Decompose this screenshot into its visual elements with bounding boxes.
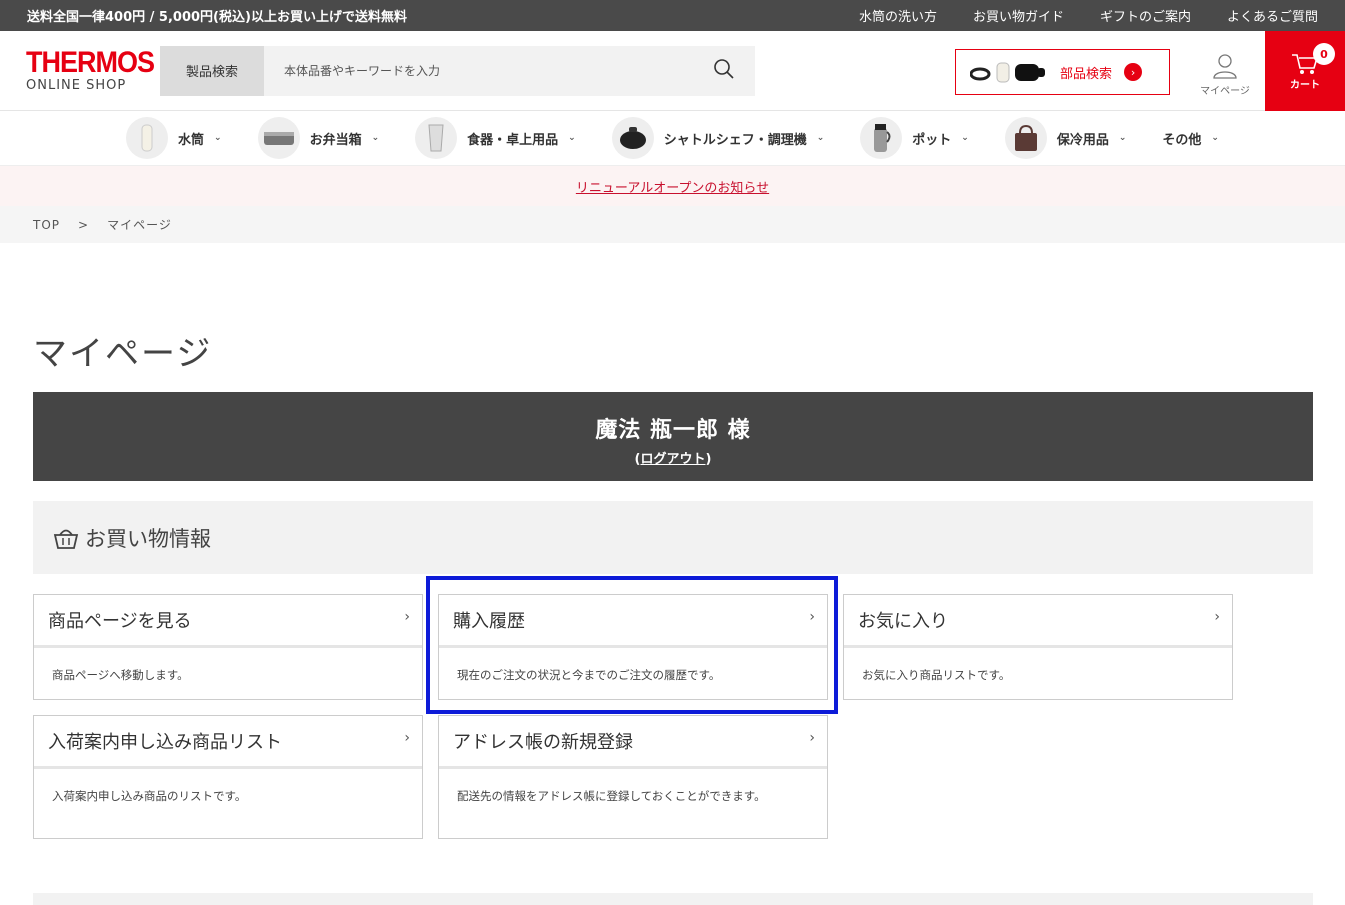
- category-cooler[interactable]: 保冷用品 ⌄: [1004, 117, 1127, 159]
- section-title: お買い物情報: [85, 526, 211, 551]
- card-favorites[interactable]: お気に入り › お気に入り商品リストです。: [843, 594, 1233, 700]
- logout-wrap: (ログアウト): [634, 452, 712, 467]
- basket-icon: [53, 529, 79, 549]
- next-section-band: [33, 893, 1313, 905]
- breadcrumb-top[interactable]: TOP: [33, 218, 60, 232]
- card-description: お気に入り商品リストです。: [862, 668, 1011, 682]
- top-bar: 送料全国一律400円 / 5,000円(税込)以上お買い上げで送料無料 水筒の洗…: [0, 0, 1345, 31]
- category-label: その他: [1162, 132, 1202, 148]
- cart-label: カート: [1290, 79, 1320, 91]
- mypage-label: マイページ: [1200, 86, 1250, 97]
- user-icon: [1213, 54, 1237, 79]
- product-search: 製品検索: [160, 45, 755, 96]
- chevron-right-icon: ›: [1124, 63, 1143, 81]
- cart-button[interactable]: 0 カート: [1265, 31, 1345, 111]
- site-logo[interactable]: THERMOS ONLINE SHOP: [0, 45, 160, 93]
- link-shopping-guide[interactable]: お買い物ガイド: [973, 6, 1064, 25]
- card-header: 入荷案内申し込み商品リスト ›: [34, 716, 422, 769]
- category-label: 水筒: [178, 132, 205, 148]
- card-title: 購入履歴: [453, 611, 525, 632]
- pot-icon: [611, 117, 654, 159]
- chevron-down-icon: ⌄: [214, 133, 222, 143]
- link-gift-guide[interactable]: ギフトのご案内: [1100, 6, 1191, 25]
- card-restock-list[interactable]: 入荷案内申し込み商品リスト › 入荷案内申し込み商品のリストです。: [33, 715, 423, 839]
- card-title: 商品ページを見る: [48, 611, 192, 632]
- lunchbox-icon: [257, 117, 300, 159]
- search-field-wrap: [264, 46, 755, 96]
- category-label: お弁当箱: [309, 132, 362, 148]
- search-label: 製品検索: [160, 45, 264, 96]
- card-header: 購入履歴 ›: [439, 595, 827, 648]
- parts-search-button[interactable]: 部品検索 ›: [955, 49, 1170, 95]
- link-bottle-washing[interactable]: 水筒の洗い方: [859, 6, 937, 25]
- category-bottle[interactable]: 水筒 ⌄: [126, 117, 222, 159]
- card-description: 商品ページへ移動します。: [52, 668, 189, 682]
- page-title: マイページ: [33, 334, 213, 374]
- logo-brand: THERMOS: [26, 45, 155, 79]
- parts-search-label: 部品検索: [1060, 66, 1113, 82]
- category-nav: 水筒 ⌄ お弁当箱 ⌄ 食器・卓上用品 ⌄ シャトルシェフ・調理機 ⌄ ポット ⌄ 保冷用…: [0, 111, 1345, 166]
- tumbler-icon: [415, 117, 458, 159]
- card-title: アドレス帳の新規登録: [453, 732, 633, 753]
- card-description: 入荷案内申し込み商品のリストです。: [52, 789, 247, 803]
- search-icon[interactable]: [713, 58, 735, 84]
- chevron-down-icon: ⌄: [1118, 133, 1127, 143]
- card-title: お気に入り: [858, 611, 948, 632]
- renewal-notice-link[interactable]: リニューアルオープンのお知らせ: [576, 177, 769, 196]
- card-address-book[interactable]: アドレス帳の新規登録 › 配送先の情報をアドレス帳に登録しておくことができます。: [438, 715, 828, 839]
- card-purchase-history[interactable]: 購入履歴 › 現在のご注文の状況と今までのご注文の履歴です。: [438, 594, 828, 700]
- card-product-page[interactable]: 商品ページを見る › 商品ページへ移動します。: [33, 594, 423, 700]
- breadcrumb: TOP > マイページ: [0, 206, 1345, 243]
- category-label: 保冷用品: [1056, 132, 1109, 148]
- card-header: アドレス帳の新規登録 ›: [439, 716, 827, 769]
- card-header: 商品ページを見る ›: [34, 595, 422, 648]
- chevron-down-icon: ⌄: [568, 133, 576, 143]
- jug-icon: [860, 117, 903, 159]
- user-name: 魔法 瓶一郎 様: [595, 418, 751, 443]
- category-other[interactable]: その他 ⌄: [1162, 129, 1219, 148]
- chevron-down-icon: ⌄: [371, 133, 380, 143]
- parts-thumbnails: [970, 60, 1050, 84]
- logo-subtitle: ONLINE SHOP: [26, 78, 127, 93]
- utility-links: 水筒の洗い方 お買い物ガイド ギフトのご案内 よくあるご質問: [859, 6, 1318, 25]
- bottle-icon: [126, 117, 169, 159]
- category-label: 食器・卓上用品: [467, 132, 559, 148]
- site-header: THERMOS ONLINE SHOP 製品検索 部品検索 › マイページ 0: [0, 31, 1345, 111]
- chevron-right-icon: ›: [809, 730, 815, 746]
- chevron-right-icon: ›: [404, 609, 410, 625]
- card-header: お気に入り ›: [844, 595, 1232, 648]
- chevron-right-icon: ›: [809, 609, 815, 625]
- card-description: 配送先の情報をアドレス帳に登録しておくことができます。: [457, 789, 766, 803]
- shipping-promo: 送料全国一律400円 / 5,000円(税込)以上お買い上げで送料無料: [27, 10, 407, 25]
- category-lunchbox[interactable]: お弁当箱 ⌄: [257, 117, 380, 159]
- category-label: シャトルシェフ・調理機: [663, 132, 807, 148]
- chevron-down-icon: ⌄: [961, 133, 969, 143]
- category-tableware[interactable]: 食器・卓上用品 ⌄: [415, 117, 576, 159]
- chevron-right-icon: ›: [1214, 609, 1220, 625]
- mypage-link[interactable]: マイページ: [1190, 53, 1260, 97]
- breadcrumb-separator: >: [78, 217, 90, 232]
- card-description: 現在のご注文の状況と今までのご注文の履歴です。: [457, 668, 721, 682]
- user-banner: 魔法 瓶一郎 様 (ログアウト): [33, 392, 1313, 481]
- cart-count-badge: 0: [1313, 43, 1335, 65]
- breadcrumb-current: マイページ: [107, 218, 172, 232]
- link-faq[interactable]: よくあるご質問: [1227, 6, 1318, 25]
- chevron-right-icon: ›: [404, 730, 410, 746]
- chevron-down-icon: ⌄: [816, 133, 825, 143]
- category-label: ポット: [912, 132, 952, 148]
- category-shuttle-chef[interactable]: シャトルシェフ・調理機 ⌄: [611, 117, 825, 159]
- search-input[interactable]: [284, 63, 684, 78]
- chevron-down-icon: ⌄: [1211, 133, 1219, 143]
- bag-icon: [1004, 117, 1047, 159]
- shopping-info-heading: お買い物情報: [33, 501, 1313, 574]
- category-pot[interactable]: ポット ⌄: [860, 117, 969, 159]
- card-title: 入荷案内申し込み商品リスト: [48, 732, 282, 753]
- notice-bar: リニューアルオープンのお知らせ: [0, 166, 1345, 206]
- logout-link[interactable]: ログアウト: [640, 452, 705, 467]
